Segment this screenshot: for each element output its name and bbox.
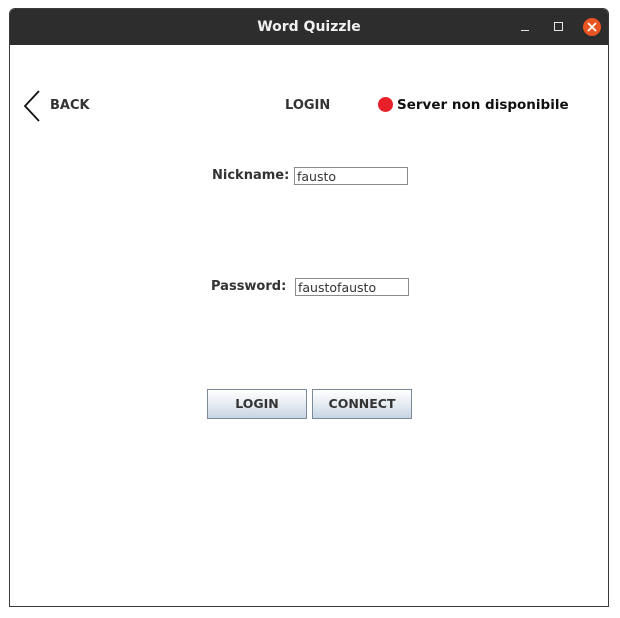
close-button[interactable]	[583, 18, 601, 36]
nickname-field[interactable]	[294, 167, 408, 185]
login-button[interactable]: LOGIN	[207, 389, 307, 419]
app-window: Word Quizzle BACK LOGIN Server non dispo…	[9, 8, 609, 607]
back-label: BACK	[50, 98, 90, 113]
server-status-indicator	[378, 97, 393, 112]
title-bar[interactable]: Word Quizzle	[10, 9, 608, 45]
server-status-text: Server non disponibile	[397, 97, 569, 113]
back-button[interactable]: BACK	[22, 89, 102, 123]
maximize-button[interactable]	[550, 18, 568, 36]
password-field[interactable]	[295, 278, 409, 296]
chevron-left-icon	[23, 90, 40, 122]
password-label: Password:	[211, 279, 287, 294]
page-title: LOGIN	[285, 98, 331, 113]
maximize-icon	[554, 22, 563, 31]
nickname-label: Nickname:	[212, 168, 290, 183]
minimize-icon	[521, 30, 529, 31]
minimize-button[interactable]	[516, 18, 534, 36]
connect-button[interactable]: CONNECT	[312, 389, 412, 419]
close-icon	[587, 22, 597, 32]
